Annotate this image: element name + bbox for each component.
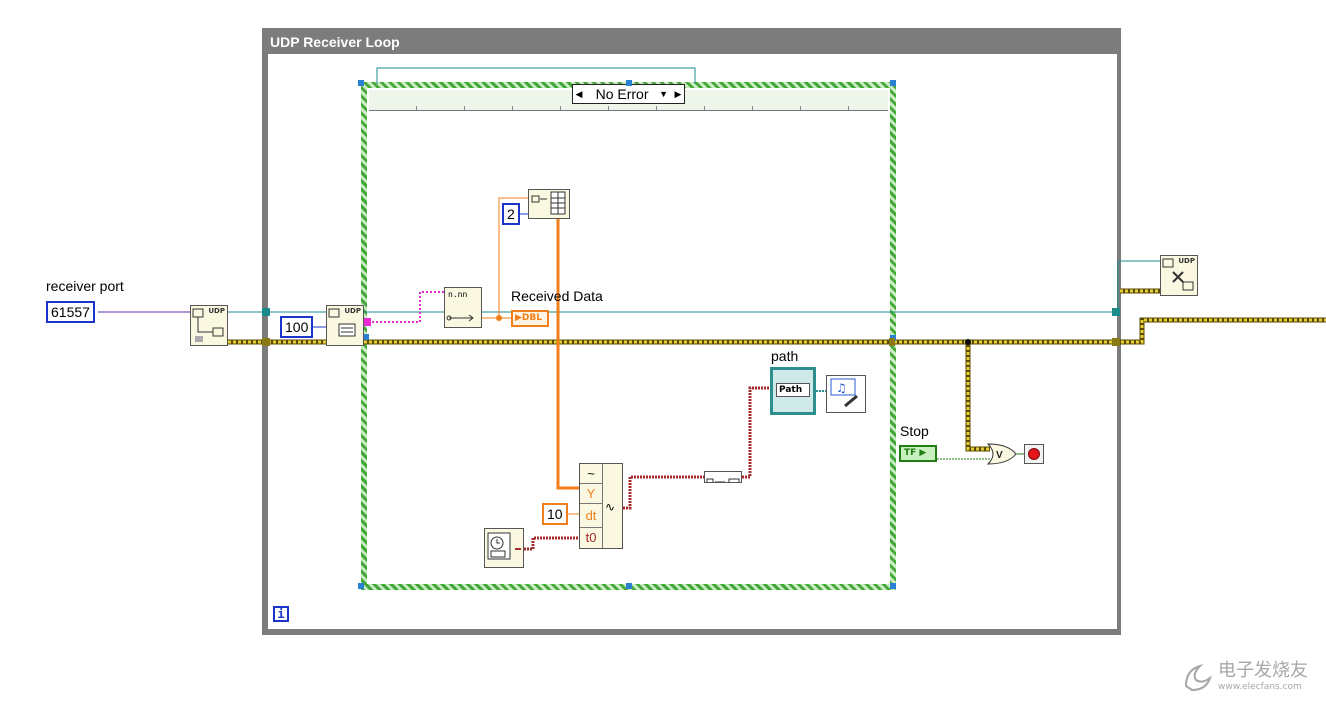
path-indicator-text: Path: [776, 383, 810, 397]
case-selector-value: No Error: [595, 86, 649, 102]
case-corner-handle[interactable]: [890, 80, 896, 86]
watermark: 电子发烧友 www.elecfans.com: [1182, 656, 1310, 700]
string-to-number-node[interactable]: n.nn: [444, 287, 482, 328]
timeout-constant[interactable]: 100: [280, 316, 314, 338]
received-data-indicator[interactable]: ▶DBL: [511, 310, 549, 327]
case-corner-handle[interactable]: [890, 583, 896, 589]
udp-open-node[interactable]: UDP: [190, 305, 228, 346]
waveform-t0-terminal[interactable]: t0: [580, 528, 602, 548]
sound-file-icon: ♫: [830, 378, 858, 408]
udp-close-tag: UDP: [1178, 257, 1195, 265]
iteration-terminal[interactable]: i: [273, 606, 289, 622]
receiver-port-label: receiver port: [46, 278, 124, 294]
array-icon: [531, 191, 566, 215]
receiver-port-control[interactable]: 61557: [46, 301, 95, 323]
loop-tunnel[interactable]: [1112, 308, 1120, 316]
case-corner-handle[interactable]: [358, 583, 364, 589]
stop-label: Stop: [900, 423, 929, 439]
case-tunnel[interactable]: [363, 318, 371, 326]
loop-tunnel[interactable]: [262, 338, 270, 346]
stop-control[interactable]: TF ▶: [899, 445, 937, 462]
clock-icon: [487, 532, 521, 560]
format-tag: n.nn: [448, 290, 468, 299]
case-structure[interactable]: [361, 82, 896, 590]
case-corner-handle[interactable]: [358, 80, 364, 86]
build-array-node[interactable]: [528, 189, 570, 219]
waveform-y-terminal[interactable]: Y: [580, 484, 602, 504]
case-next-arrow-icon[interactable]: ▶: [672, 89, 684, 100]
loop-condition-terminal[interactable]: [1024, 444, 1044, 464]
case-selector[interactable]: ◀ No Error ▼ ▶: [572, 84, 685, 104]
path-indicator[interactable]: Path: [770, 367, 816, 415]
case-prev-arrow-icon[interactable]: ◀: [573, 89, 585, 100]
while-loop-title: UDP Receiver Loop: [270, 34, 400, 50]
loop-tunnel[interactable]: [1112, 338, 1120, 346]
get-date-time-node[interactable]: [484, 528, 524, 568]
udp-close-node[interactable]: UDP: [1160, 255, 1198, 296]
dt-constant[interactable]: 10: [542, 503, 568, 525]
waveform-dt-terminal[interactable]: dt: [580, 504, 602, 528]
conversion-node[interactable]: [704, 471, 742, 483]
watermark-title: 电子发烧友: [1218, 660, 1308, 681]
case-tunnel[interactable]: [889, 338, 895, 346]
dimension-constant[interactable]: 2: [502, 203, 520, 225]
elecfans-logo-icon: [1184, 663, 1212, 692]
sound-file-node[interactable]: ♫: [826, 375, 866, 413]
case-corner-handle[interactable]: [626, 80, 632, 86]
case-dropdown-icon[interactable]: ▼: [659, 89, 668, 99]
path-label: path: [771, 348, 799, 364]
waveform-icon: ∿: [605, 500, 616, 514]
udp-read-tag: UDP: [344, 307, 361, 315]
received-data-label: Received Data: [511, 288, 603, 304]
waveform-separator: [602, 464, 603, 548]
watermark-url: www.elecfans.com: [1218, 682, 1302, 692]
conversion-icon: [706, 478, 740, 482]
udp-read-node[interactable]: UDP: [326, 305, 364, 346]
loop-tunnel[interactable]: [262, 308, 270, 316]
build-waveform-node[interactable]: ~ Y dt t0 ∿: [579, 463, 623, 549]
svg-text:♫: ♫: [836, 381, 847, 395]
waveform-header: ~: [580, 464, 602, 484]
case-corner-handle[interactable]: [626, 583, 632, 589]
udp-open-tag: UDP: [208, 307, 225, 315]
